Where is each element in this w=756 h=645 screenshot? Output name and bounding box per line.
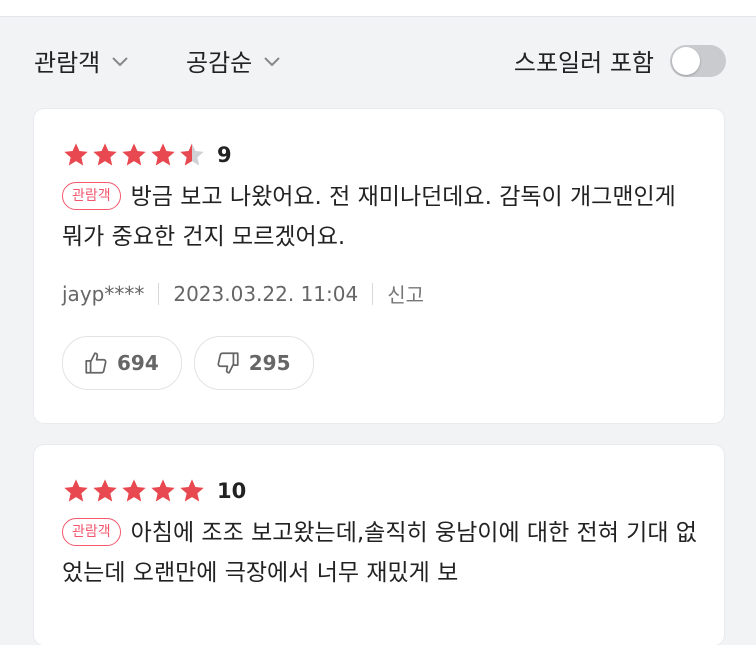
star-rating [62,477,207,505]
spoiler-toggle[interactable] [670,44,726,77]
star-icon [93,143,117,166]
star-icon [151,479,175,502]
audience-filter-dropdown[interactable]: 관람객 [34,43,132,78]
rating: 9 [62,141,232,169]
sort-dropdown[interactable]: 공감순 [186,43,284,78]
divider [158,282,160,305]
audience-badge: 관람객 [62,182,121,210]
spoiler-label: 스포일러 포함 [513,49,654,77]
filter-bar: 관람객 공감순 스포일러 포함 [0,17,756,107]
review-text: 방금 보고 나왔어요. 전 재미나던데요. 감독이 개그맨인게 뭐가 중요한 건… [62,184,676,250]
star-icon [122,143,146,166]
dislike-count: 295 [248,351,291,375]
divider [372,282,374,305]
star-icon [151,143,175,166]
like-button[interactable]: 694 [62,336,182,390]
like-count: 694 [117,351,159,375]
star-icon [64,143,88,166]
report-link[interactable]: 신고 [387,279,424,308]
review-text: 아침에 조조 보고왔는데,솔직히 웅남이에 대한 전혀 기대 없었는데 오랜만에… [62,520,697,586]
top-bar [0,0,756,17]
thumbs-down-icon [217,352,239,374]
author-id: jayp**** [62,281,145,306]
rating-score: 9 [217,143,232,167]
chevron-down-icon [264,56,280,66]
star-icon [64,479,88,502]
half-star-icon [180,143,204,166]
review-content: 관람객 아침에 조조 보고왔는데,솔직히 웅남이에 대한 전혀 기대 없었는데 오… [62,513,704,593]
rating: 10 [62,477,246,505]
review-meta: jayp**** 2023.03.22. 11:04 신고 [62,279,424,308]
chevron-down-icon [112,56,128,66]
dislike-button[interactable]: 295 [193,336,314,390]
star-rating [62,141,207,169]
review-date: 2023.03.22. 11:04 [173,281,359,306]
star-icon [93,479,117,502]
thumbs-up-icon [85,352,107,374]
review-card: 10 관람객 아침에 조조 보고왔는데,솔직히 웅남이에 대한 전혀 기대 없었는… [34,445,724,645]
star-icon [122,479,146,502]
star-icon [180,479,204,502]
review-content: 관람객 방금 보고 나왔어요. 전 재미나던데요. 감독이 개그맨인게 뭐가 중요… [62,177,704,257]
vote-buttons: 694 295 [62,336,326,390]
audience-filter-label: 관람객 [34,49,101,77]
toggle-knob [672,46,700,75]
review-card: 9 관람객 방금 보고 나왔어요. 전 재미나던데요. 감독이 개그맨인게 뭐가 … [34,109,724,423]
rating-score: 10 [217,479,247,503]
audience-badge: 관람객 [62,518,121,546]
spoiler-filter: 스포일러 포함 [514,43,726,78]
sort-label: 공감순 [186,49,253,77]
